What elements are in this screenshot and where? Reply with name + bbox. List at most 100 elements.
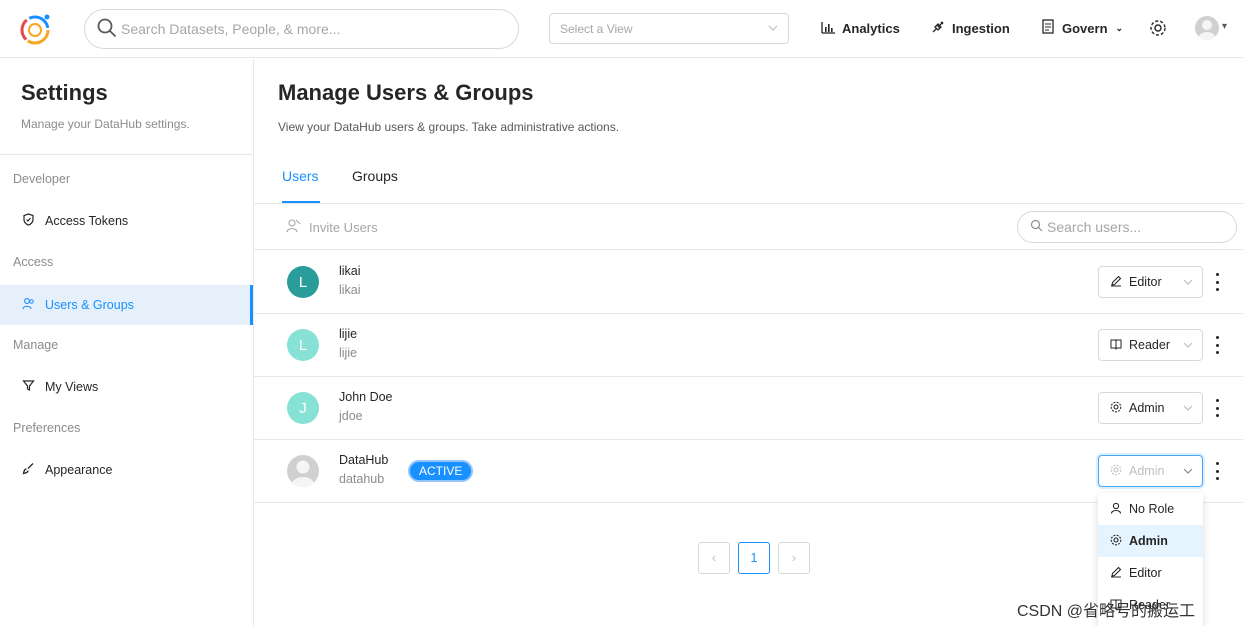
invite-users-button[interactable]: Invite Users: [286, 218, 378, 236]
pagination-page[interactable]: 1: [738, 542, 770, 574]
user-name[interactable]: likai: [339, 264, 361, 278]
pencil-icon: [1110, 566, 1122, 581]
page-subtitle: View your DataHub users & groups. Take a…: [278, 120, 620, 134]
view-select-placeholder: Select a View: [560, 21, 633, 36]
sidebar-item-users-groups[interactable]: Users & Groups: [0, 285, 253, 325]
view-select[interactable]: Select a View: [549, 13, 789, 44]
role-select[interactable]: Admin: [1098, 392, 1203, 424]
more-actions-icon[interactable]: [1212, 397, 1222, 419]
pagination-prev[interactable]: ‹: [698, 542, 730, 574]
role-label: Editor: [1129, 275, 1162, 289]
book-icon: [1110, 338, 1122, 353]
role-option-editor[interactable]: Editor: [1098, 557, 1203, 589]
pagination-next[interactable]: ›: [778, 542, 810, 574]
user-name[interactable]: DataHub: [339, 453, 388, 467]
role-label: Admin: [1129, 401, 1165, 415]
chevron-down-icon: [1183, 402, 1193, 416]
avatar[interactable]: J: [287, 392, 319, 424]
global-search[interactable]: [84, 9, 519, 49]
chevron-down-icon: [1183, 339, 1193, 353]
chevron-down-icon: [1183, 276, 1193, 290]
user-name[interactable]: John Doe: [339, 390, 393, 404]
role-label: Admin: [1129, 464, 1165, 478]
sidebar-item-label: Users & Groups: [45, 298, 134, 312]
shield-icon: [22, 213, 35, 229]
more-actions-icon[interactable]: [1212, 271, 1222, 293]
section-access: Access: [13, 255, 54, 269]
role-select[interactable]: Reader: [1098, 329, 1203, 361]
nav-ingestion-label: Ingestion: [952, 20, 1010, 36]
tab-users[interactable]: Users: [282, 168, 319, 184]
user-row: J John Doe jdoe Admin: [254, 377, 1243, 440]
chevron-down-icon: [768, 22, 778, 36]
user-handle: likai: [339, 283, 361, 297]
page-title: Manage Users & Groups: [278, 80, 534, 105]
divider: [0, 154, 253, 155]
sidebar-item-label: Appearance: [45, 463, 113, 477]
csdn-watermark: CSDN @省略号的搬运工: [1017, 603, 1196, 620]
document-icon: [1041, 19, 1056, 38]
user-row: L lijie lijie Reader: [254, 314, 1243, 377]
section-developer: Developer: [13, 172, 70, 186]
nav-govern[interactable]: Govern ⌄: [1041, 19, 1123, 38]
nav-analytics-label: Analytics: [842, 20, 900, 36]
gear-icon: [1110, 534, 1122, 549]
sidebar-item-label: Access Tokens: [45, 214, 129, 228]
avatar[interactable]: [287, 455, 319, 487]
nav-ingestion[interactable]: Ingestion: [931, 19, 1010, 37]
role-option-label: Editor: [1129, 566, 1162, 580]
role-option-admin[interactable]: Admin: [1098, 525, 1203, 557]
datahub-logo[interactable]: [16, 10, 54, 48]
top-header: Select a View Analytics Ingestion Govern…: [0, 0, 1243, 58]
gear-icon: [1110, 464, 1122, 479]
user-search-input[interactable]: [1047, 219, 1227, 235]
brush-icon: [22, 462, 35, 478]
global-search-input[interactable]: [121, 21, 501, 37]
search-icon: [97, 18, 117, 41]
user-icon: [1110, 502, 1122, 517]
sidebar-item-label: My Views: [45, 380, 99, 394]
settings-sidebar: Settings Manage your DataHub settings. D…: [0, 59, 254, 626]
role-option-no-role[interactable]: No Role: [1098, 493, 1203, 525]
user-row: L likai likai Editor: [254, 251, 1243, 314]
user-avatar[interactable]: [1195, 16, 1219, 40]
search-icon: [1030, 219, 1043, 235]
nav-analytics[interactable]: Analytics: [821, 19, 900, 37]
sidebar-item-access-tokens[interactable]: Access Tokens: [0, 201, 253, 241]
user-list: L likai likai Editor L lijie lijie Reade…: [254, 251, 1243, 503]
avatar[interactable]: L: [287, 329, 319, 361]
sidebar-item-appearance[interactable]: Appearance: [0, 450, 253, 490]
sidebar-title: Settings: [21, 80, 108, 105]
chevron-down-icon: ⌄: [1115, 23, 1124, 33]
bar-chart-icon: [821, 19, 836, 37]
nav-govern-label: Govern: [1062, 21, 1108, 36]
users-toolbar: Invite Users: [254, 204, 1243, 250]
user-name[interactable]: lijie: [339, 327, 357, 341]
more-actions-icon[interactable]: [1212, 334, 1222, 356]
sidebar-subtitle: Manage your DataHub settings.: [21, 117, 190, 131]
role-option-label: Admin: [1129, 534, 1168, 548]
invite-users-label: Invite Users: [309, 219, 378, 235]
chevron-down-icon[interactable]: ▾: [1222, 21, 1227, 32]
role-select[interactable]: Admin: [1098, 455, 1203, 487]
user-handle: lijie: [339, 346, 358, 360]
section-manage: Manage: [13, 338, 59, 352]
gear-icon: [1110, 401, 1122, 416]
tab-groups[interactable]: Groups: [352, 168, 398, 184]
plug-icon: [931, 19, 946, 37]
user-search[interactable]: [1017, 211, 1237, 243]
chevron-down-icon: [1183, 465, 1193, 479]
avatar[interactable]: L: [287, 266, 319, 298]
status-badge: ACTIVE: [408, 460, 474, 482]
section-preferences: Preferences: [13, 421, 81, 435]
sidebar-item-my-views[interactable]: My Views: [0, 367, 253, 407]
role-select[interactable]: Editor: [1098, 266, 1203, 298]
more-actions-icon[interactable]: [1212, 460, 1222, 482]
user-handle: jdoe: [339, 409, 363, 423]
users-icon: [22, 297, 35, 313]
settings-gear-icon[interactable]: [1149, 19, 1167, 40]
role-option-label: No Role: [1129, 502, 1175, 516]
user-row: DataHub datahub ACTIVE Admin: [254, 440, 1243, 503]
pencil-icon: [1110, 275, 1122, 290]
user-add-icon: [286, 218, 301, 236]
